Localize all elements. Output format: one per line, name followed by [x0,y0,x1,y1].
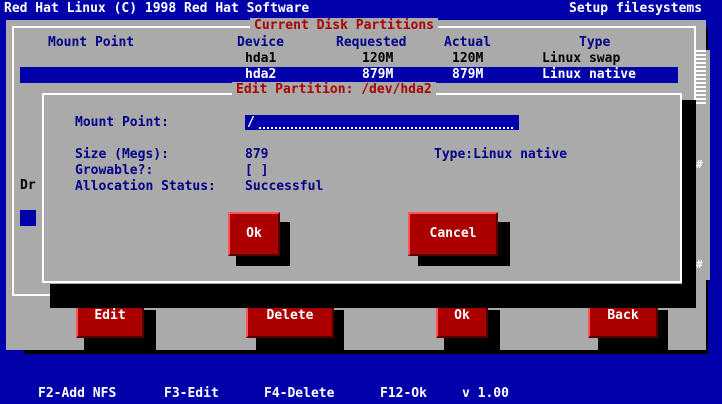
hint-edit: F3-Edit [164,386,219,401]
row-type: Linux swap [542,51,621,66]
row-device: hda2 [245,67,277,82]
scrollbar-end-mark: # [696,258,703,271]
dialog-ok-label: Ok [246,226,262,241]
mount-point-underscore [259,127,513,131]
size-value: 879 [245,147,269,162]
partition-row-hda1[interactable]: hda1 120M 120M Linux swap [20,51,678,67]
row-actual: 120M [452,51,484,66]
hint-delete: F4-Delete [264,386,335,401]
dialog-cancel-button[interactable]: Cancel [408,212,498,256]
dialog-ok-button[interactable]: Ok [228,212,280,256]
row-type: Linux native [542,67,636,82]
scrollbar-track-top [696,50,706,106]
drive-label: Dr [20,178,36,193]
row-actual: 879M [452,67,484,82]
delete-button-label: Delete [266,308,314,323]
type-info: Type:Linux native [434,147,568,162]
growable-label: Growable?: [75,163,154,178]
scrollbar-thumb[interactable]: # [696,158,703,172]
growable-checkbox[interactable]: [ ] [245,163,268,179]
row-device: hda1 [245,51,277,66]
partition-row-hda2[interactable]: hda2 879M 879M Linux native [20,67,678,83]
edit-partition-title: Edit Partition: /dev/hda2 [232,82,436,98]
size-label: Size (Megs): [75,147,169,162]
header-section: Setup filesystems [569,1,703,16]
header-title: Red Hat Linux (C) 1998 Red Hat Software [4,1,310,16]
column-actual: Actual [444,35,491,50]
top-bar: Red Hat Linux (C) 1998 Red Hat Software … [0,0,722,18]
partitions-scrollbar[interactable]: # # [696,50,710,280]
ok-button-label: Ok [454,308,470,323]
hint-add-nfs: F2-Add NFS [38,386,117,401]
row-requested: 120M [362,51,394,66]
column-type: Type [579,35,611,50]
back-button-label: Back [607,308,639,323]
column-device: Device [237,35,284,50]
allocation-status-value: Successful [245,179,324,194]
version-label: v 1.00 [462,386,509,401]
hint-ok: F12-Ok [380,386,427,401]
column-requested: Requested [336,35,407,50]
column-mount-point: Mount Point [48,35,135,50]
edit-button-label: Edit [94,308,126,323]
allocation-status-label: Allocation Status: [75,179,216,194]
partitions-window-title: Current Disk Partitions [250,18,439,34]
row-requested: 879M [362,67,394,82]
dialog-cancel-label: Cancel [429,226,477,241]
mount-point-label: Mount Point: [75,115,169,130]
